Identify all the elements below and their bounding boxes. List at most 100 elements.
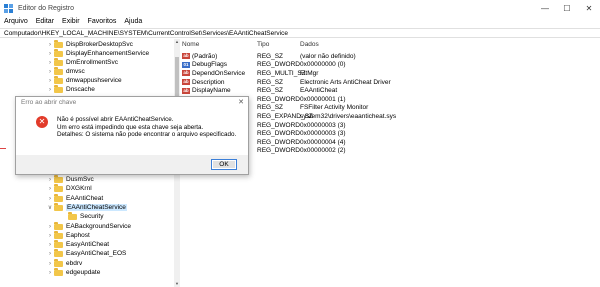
- string-value-icon: ab: [182, 70, 190, 77]
- tree-item[interactable]: › DisplayEnhancementService: [46, 48, 149, 58]
- folder-icon: [54, 230, 63, 239]
- value-name: Description: [192, 78, 225, 86]
- tree-item[interactable]: › DispBrokerDesktopSvc: [46, 39, 133, 49]
- value-row[interactable]: ab DependOnService REG_MULTI_SZ FltMgr: [180, 69, 600, 78]
- chevron-right-icon[interactable]: ›: [46, 196, 54, 202]
- tree-item[interactable]: › DXGKrnl: [46, 183, 92, 193]
- dialog-footer: OK: [16, 155, 248, 174]
- tree-item[interactable]: Security: [60, 211, 103, 221]
- chevron-right-icon[interactable]: ›: [46, 78, 54, 84]
- value-row[interactable]: 01 DebugFlags REG_DWORD 0x00000000 (0): [180, 61, 600, 70]
- value-row[interactable]: ab (Padrão) REG_SZ (valor não definido): [180, 52, 600, 61]
- folder-icon: [54, 202, 63, 211]
- value-name-cell: ab (Padrão): [182, 53, 217, 60]
- value-type: REG_SZ: [257, 87, 284, 95]
- string-value-icon: ab: [182, 79, 190, 86]
- chevron-right-icon[interactable]: ›: [46, 177, 54, 183]
- tree-item[interactable]: ∨ EAAntiCheatService: [46, 202, 127, 212]
- chevron-right-icon[interactable]: ›: [46, 261, 54, 267]
- value-data: (valor não definido): [300, 52, 356, 60]
- menu-favoritos[interactable]: Favoritos: [88, 18, 117, 25]
- value-name: DisplayName: [192, 87, 231, 95]
- close-button[interactable]: ✕: [578, 0, 600, 16]
- chevron-right-icon[interactable]: ›: [46, 224, 54, 230]
- column-data-header[interactable]: Dados: [300, 41, 319, 48]
- address-bar[interactable]: Computador\HKEY_LOCAL_MACHINE\SYSTEM\Cur…: [0, 28, 600, 38]
- tree-item-label: DusmSvc: [66, 176, 94, 183]
- folder-icon: [54, 239, 63, 248]
- string-value-icon: ab: [182, 87, 190, 94]
- maximize-button[interactable]: ☐: [556, 0, 578, 16]
- tree-item-label: EAAntiCheatService: [66, 204, 127, 211]
- error-dialog: Erro ao abrir chave ✕ ✕ Não é possível a…: [15, 96, 249, 175]
- chevron-down-icon[interactable]: ∨: [46, 204, 54, 211]
- chevron-right-icon[interactable]: ›: [46, 242, 54, 248]
- column-name-header[interactable]: Nome: [182, 41, 199, 48]
- chevron-right-icon[interactable]: ›: [46, 186, 54, 192]
- folder-icon: [54, 174, 63, 183]
- minimize-button[interactable]: —: [534, 0, 556, 16]
- value-name: DependOnService: [192, 69, 246, 77]
- registry-editor-window: Editor do Registro — ☐ ✕ Arquivo Editar …: [0, 0, 600, 287]
- folder-icon: [54, 183, 63, 192]
- tree-item[interactable]: › Eaphost: [46, 230, 90, 240]
- chevron-right-icon[interactable]: ›: [46, 42, 54, 48]
- folder-icon: [54, 267, 63, 276]
- tree-item[interactable]: › dmvsc: [46, 66, 85, 76]
- tree-item[interactable]: › EasyAntiCheat: [46, 239, 109, 249]
- folder-icon: [54, 75, 63, 84]
- chevron-right-icon[interactable]: ›: [46, 87, 54, 93]
- value-row[interactable]: ab Description REG_SZ Electronic Arts AntiC…: [180, 78, 600, 87]
- tree-item-label: DmEnrollmentSvc: [66, 59, 119, 66]
- value-data: 0x00000001 (1): [300, 95, 346, 103]
- ok-button[interactable]: OK: [211, 159, 237, 170]
- dialog-title: Erro ao abrir chave: [21, 99, 77, 106]
- chevron-right-icon[interactable]: ›: [46, 251, 54, 257]
- tree-item[interactable]: › ebdrv: [46, 258, 82, 268]
- menu-exibir[interactable]: Exibir: [62, 18, 80, 25]
- tree-item-label: DispBrokerDesktopSvc: [66, 41, 133, 48]
- folder-icon: [54, 39, 63, 48]
- tree-item[interactable]: › DusmSvc: [46, 174, 94, 184]
- folder-icon: [68, 211, 77, 220]
- menu-editar[interactable]: Editar: [36, 18, 54, 25]
- value-row[interactable]: ab DisplayName REG_SZ EAAntiCheat: [180, 86, 600, 95]
- folder-icon: [54, 248, 63, 257]
- value-type: REG_DWORD: [257, 121, 300, 129]
- scrollbar-thumb[interactable]: [175, 57, 179, 97]
- tree-item-label: DXGKrnl: [66, 185, 92, 192]
- chevron-right-icon[interactable]: ›: [46, 270, 54, 276]
- tree-item[interactable]: › EasyAntiCheat_EOS: [46, 248, 127, 258]
- folder-icon: [54, 84, 63, 93]
- dialog-close-icon[interactable]: ✕: [238, 98, 244, 106]
- dialog-line-2: Um erro está impedindo que esta chave se…: [57, 123, 204, 131]
- value-type: REG_DWORD: [257, 147, 300, 155]
- dialog-line-3: Detalhes: O sistema não pode encontrar o…: [57, 131, 237, 139]
- tree-item-label: EasyAntiCheat: [66, 241, 109, 248]
- tree-item-label: EAAntiCheat: [66, 195, 104, 202]
- registry-app-icon: [4, 3, 13, 13]
- menu-arquivo[interactable]: Arquivo: [4, 18, 28, 25]
- dialog-message: Não é possível abrir EAAntiCheatService.…: [57, 116, 236, 139]
- tree-item[interactable]: › EAAntiCheat: [46, 193, 104, 203]
- error-icon: ✕: [36, 116, 48, 128]
- binary-value-icon: 01: [182, 61, 190, 68]
- folder-icon: [54, 48, 63, 57]
- menu-ajuda[interactable]: Ajuda: [124, 18, 142, 25]
- value-type: REG_DWORD: [257, 138, 300, 146]
- column-type-header[interactable]: Tipo: [257, 41, 269, 48]
- menu-bar: Arquivo Editar Exibir Favoritos Ajuda: [0, 16, 600, 27]
- chevron-right-icon[interactable]: ›: [46, 69, 54, 75]
- tree-item[interactable]: › DmEnrollmentSvc: [46, 57, 119, 67]
- tree-item[interactable]: › edgeupdate: [46, 267, 100, 277]
- tree-item-label: EasyAntiCheat_EOS: [66, 250, 127, 257]
- tree-item-label: EABackgroundService: [66, 223, 132, 230]
- chevron-right-icon[interactable]: ›: [46, 60, 54, 66]
- value-type: REG_SZ: [257, 52, 284, 60]
- tree-item[interactable]: › Dnscache: [46, 84, 95, 94]
- list-header: Nome Tipo Dados: [180, 39, 600, 49]
- tree-item[interactable]: › dmwappushservice: [46, 75, 122, 85]
- chevron-right-icon[interactable]: ›: [46, 233, 54, 239]
- chevron-right-icon[interactable]: ›: [46, 51, 54, 57]
- tree-item[interactable]: › EABackgroundService: [46, 221, 132, 231]
